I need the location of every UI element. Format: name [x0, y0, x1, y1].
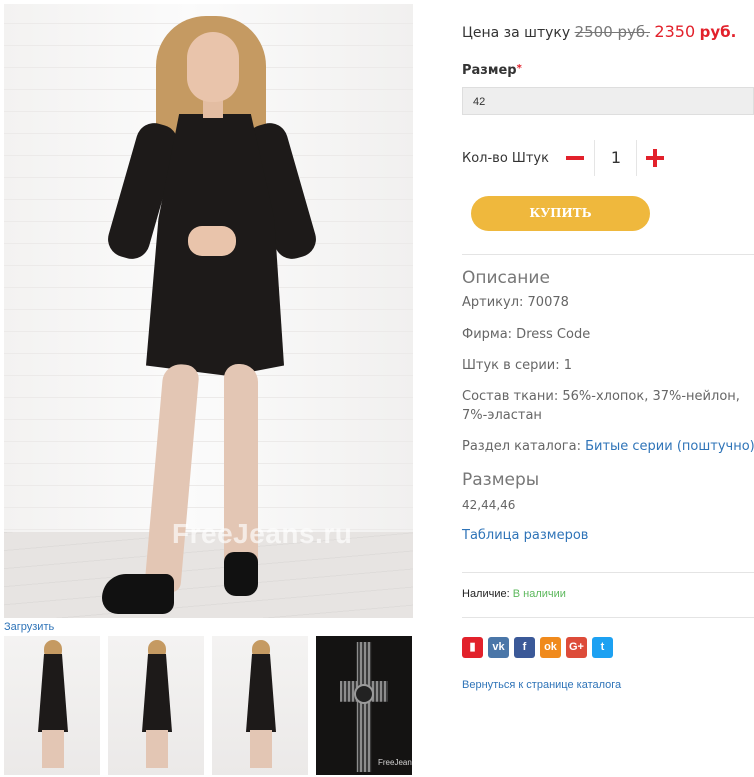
embroidered-cross-detail [340, 642, 388, 772]
quantity-divider [594, 140, 595, 176]
model-shoe-right [224, 552, 258, 596]
thumb-figure-body [38, 654, 68, 732]
availability: Наличие: В наличии [462, 588, 566, 600]
price-label: Цена за штуку [462, 25, 571, 41]
price-currency: руб. [699, 23, 737, 41]
quantity-divider [636, 140, 637, 176]
thumbnail-strip: FreeJeans.ru [4, 636, 412, 775]
size-table-link[interactable]: Таблица размеров [462, 528, 588, 543]
upload-link[interactable]: Загрузить [4, 621, 54, 633]
facebook-icon[interactable]: f [514, 637, 535, 658]
thumb-figure-legs [146, 730, 168, 768]
buy-button[interactable]: КУПИТЬ [471, 196, 650, 231]
required-mark: * [516, 63, 522, 74]
fabric-composition: Состав ткани: 56%-хлопок, 37%-нейлон, 7%… [462, 389, 740, 423]
model-face [187, 32, 239, 102]
thumb-figure-legs [42, 730, 64, 768]
odnoklassniki-icon[interactable]: ok [540, 637, 561, 658]
size-select[interactable]: 42 [462, 87, 754, 115]
brand: Фирма: Dress Code [462, 327, 591, 342]
thumb-watermark: FreeJeans.ru [378, 758, 412, 767]
thumb-figure-body [246, 654, 276, 732]
size-label-text: Размер [462, 63, 517, 78]
divider [462, 572, 754, 573]
size-label: Размер* [462, 63, 522, 78]
sizes-values: 42,44,46 [462, 498, 516, 512]
article-number: Артикул: 70078 [462, 295, 569, 310]
price-row: Цена за штуку 2500 руб. 2350 руб. [462, 22, 736, 41]
catalog-section-link[interactable]: Битые серии (поштучно) [585, 439, 754, 454]
thumbnail-4[interactable]: FreeJeans.ru [316, 636, 412, 775]
twitter-icon[interactable]: t [592, 637, 613, 658]
main-product-image[interactable]: FreeJeans.ru [4, 4, 413, 618]
thumb-figure-body [142, 654, 172, 732]
catalog-section-label: Раздел каталога: [462, 439, 586, 454]
quantity-decrease-button[interactable] [566, 156, 584, 160]
bookmark-icon[interactable]: ▮ [462, 637, 483, 658]
thumbnail-3[interactable] [212, 636, 308, 775]
description-heading: Описание [462, 268, 550, 288]
thumbnail-1[interactable] [4, 636, 100, 775]
availability-label: Наличие: [462, 588, 513, 600]
back-to-catalog-link[interactable]: Вернуться к странице каталога [462, 679, 621, 691]
google-plus-icon[interactable]: G+ [566, 637, 587, 658]
model-hands [188, 226, 236, 256]
logo-badge-detail [354, 684, 374, 704]
price-new: 2350 [654, 22, 696, 41]
quantity-label: Кол-во Штук [462, 151, 549, 166]
catalog-section: Раздел каталога: Битые серии (поштучно) [462, 439, 754, 454]
thumb-figure-legs [250, 730, 272, 768]
quantity-increase-button[interactable] [646, 149, 664, 167]
sizes-heading: Размеры [462, 470, 540, 490]
divider [462, 617, 754, 618]
model-shoe-left [102, 574, 174, 614]
vk-icon[interactable]: vk [488, 637, 509, 658]
series-count: Штук в серии: 1 [462, 358, 573, 373]
availability-status: В наличии [512, 588, 566, 600]
price-old: 2500 руб. [574, 23, 650, 41]
thumbnail-2[interactable] [108, 636, 204, 775]
share-buttons: ▮ vk f ok G+ t [462, 637, 613, 658]
quantity-value[interactable]: 1 [602, 148, 630, 167]
divider [462, 254, 754, 255]
image-watermark: FreeJeans.ru [172, 518, 353, 549]
